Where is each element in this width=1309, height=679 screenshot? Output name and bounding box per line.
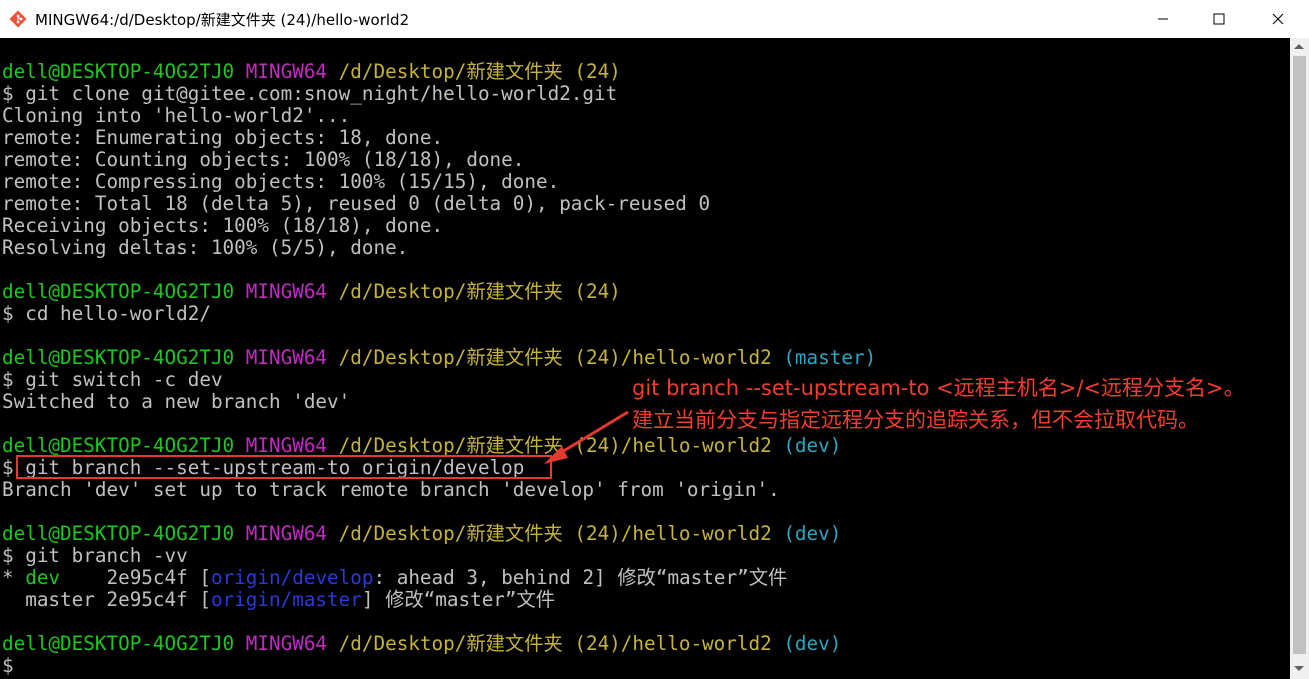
- prompt-user: dell@DESKTOP-4OG2TJ0: [2, 60, 235, 83]
- branch-name: master 2e95c4f [: [2, 588, 211, 611]
- output-line: Receiving objects: 100% (18/18), done.: [2, 214, 444, 237]
- command-line: $ cd hello-world2/: [2, 303, 211, 325]
- command-text: git branch -vv: [13, 544, 188, 567]
- annotation-arrow-icon: [544, 410, 629, 464]
- prompt-line: dell@DESKTOP-4OG2TJ0 MINGW64 /d/Desktop/…: [2, 633, 841, 655]
- prompt-path-sub: /hello-world2: [620, 522, 772, 545]
- upstream-ref: origin/master: [210, 588, 362, 611]
- command-text: git switch -c dev: [13, 368, 223, 391]
- output-line: remote: Enumerating objects: 18, done.: [2, 126, 444, 149]
- command-text: git clone git@gitee.com:snow_night/hello…: [13, 82, 618, 105]
- prompt-line: dell@DESKTOP-4OG2TJ0 MINGW64 /d/Desktop/…: [2, 61, 621, 83]
- output-line: Resolving deltas: 100% (5/5), done.: [2, 236, 409, 259]
- minimize-icon: [1158, 18, 1168, 20]
- prompt-shell: MINGW64: [245, 346, 328, 369]
- prompt-line: dell@DESKTOP-4OG2TJ0 MINGW64 /d/Desktop/…: [2, 347, 876, 369]
- prompt-path: /d/Desktop/新建文件夹 (24): [338, 632, 621, 655]
- prompt-branch: (dev): [783, 434, 842, 457]
- branch-name: dev: [25, 566, 61, 589]
- prompt-line: dell@DESKTOP-4OG2TJ0 MINGW64 /d/Desktop/…: [2, 435, 841, 457]
- prompt-path: /d/Desktop/新建文件夹 (24): [338, 60, 621, 83]
- close-icon: [1272, 13, 1284, 25]
- scroll-up-icon[interactable]: [1294, 44, 1304, 49]
- command-line: $ git branch -vv: [2, 545, 188, 567]
- output-line: Switched to a new branch 'dev': [2, 390, 351, 413]
- command-line: $ git switch -c dev: [2, 369, 223, 391]
- prompt-user: dell@DESKTOP-4OG2TJ0: [2, 434, 235, 457]
- prompt-symbol: $: [2, 368, 14, 391]
- command-line[interactable]: $: [2, 655, 14, 677]
- prompt-user: dell@DESKTOP-4OG2TJ0: [2, 522, 235, 545]
- command-text: cd hello-world2/: [13, 302, 211, 325]
- prompt-user: dell@DESKTOP-4OG2TJ0: [2, 632, 235, 655]
- maximize-button[interactable]: [1196, 0, 1242, 38]
- prompt-user: dell@DESKTOP-4OG2TJ0: [2, 346, 235, 369]
- prompt-path-sub: /hello-world2: [620, 434, 772, 457]
- branch-status: ] 修改“master”文件: [361, 588, 556, 611]
- output-line: remote: Total 18 (delta 5), reused 0 (de…: [2, 192, 711, 215]
- prompt-symbol: $: [2, 544, 14, 567]
- output-line: Branch 'dev' set up to track remote bran…: [2, 478, 780, 501]
- upstream-ref: origin/develop: [210, 566, 374, 589]
- prompt-symbol: $: [2, 82, 14, 105]
- current-branch-marker: *: [2, 566, 26, 589]
- prompt-path: /d/Desktop/新建文件夹 (24): [338, 280, 621, 303]
- highlight-box: [16, 455, 552, 479]
- branch-list-item: master 2e95c4f [origin/master] 修改“master…: [2, 589, 555, 611]
- git-bash-icon: [9, 10, 27, 28]
- title-bar: MINGW64:/d/Desktop/新建文件夹 (24)/hello-worl…: [0, 0, 1309, 38]
- output-line: remote: Compressing objects: 100% (15/15…: [2, 170, 560, 193]
- prompt-path: /d/Desktop/新建文件夹 (24): [338, 346, 621, 369]
- branch-hash: 2e95c4f [: [60, 566, 211, 589]
- prompt-line: dell@DESKTOP-4OG2TJ0 MINGW64 /d/Desktop/…: [2, 281, 621, 303]
- close-button[interactable]: [1255, 0, 1301, 38]
- prompt-shell: MINGW64: [245, 60, 328, 83]
- branch-list-item: * dev 2e95c4f [origin/develop: ahead 3, …: [2, 567, 787, 589]
- prompt-shell: MINGW64: [245, 522, 328, 545]
- output-line: remote: Counting objects: 100% (18/18), …: [2, 148, 525, 171]
- maximize-icon: [1213, 13, 1225, 25]
- branch-status: : ahead 3, behind 2] 修改“master”文件: [373, 566, 788, 589]
- prompt-path: /d/Desktop/新建文件夹 (24): [338, 522, 621, 545]
- prompt-path-sub: /hello-world2: [620, 346, 772, 369]
- prompt-line: dell@DESKTOP-4OG2TJ0 MINGW64 /d/Desktop/…: [2, 523, 841, 545]
- minimize-button[interactable]: [1140, 0, 1186, 38]
- prompt-path-sub: /hello-world2: [620, 632, 772, 655]
- prompt-shell: MINGW64: [245, 434, 328, 457]
- vertical-scrollbar[interactable]: [1290, 38, 1309, 679]
- prompt-symbol: $: [2, 302, 14, 325]
- scrollbar-thumb[interactable]: [1293, 56, 1306, 654]
- prompt-user: dell@DESKTOP-4OG2TJ0: [2, 280, 235, 303]
- prompt-shell: MINGW64: [245, 632, 328, 655]
- annotation-text: 建立当前分支与指定远程分支的追踪关系，但不会拉取代码。: [632, 408, 1199, 432]
- scroll-down-icon[interactable]: [1294, 666, 1304, 671]
- annotation-text: git branch --set-upstream-to <远程主机名>/<远程…: [632, 376, 1245, 400]
- prompt-branch: (master): [783, 346, 877, 369]
- prompt-symbol: $: [2, 456, 14, 479]
- output-line: Cloning into 'hello-world2'...: [2, 104, 351, 127]
- command-line: $ git clone git@gitee.com:snow_night/hel…: [2, 83, 617, 105]
- prompt-branch: (dev): [783, 632, 842, 655]
- prompt-symbol: $: [2, 654, 14, 677]
- prompt-shell: MINGW64: [245, 280, 328, 303]
- prompt-branch: (dev): [783, 522, 842, 545]
- window-title: MINGW64:/d/Desktop/新建文件夹 (24)/hello-worl…: [35, 11, 410, 29]
